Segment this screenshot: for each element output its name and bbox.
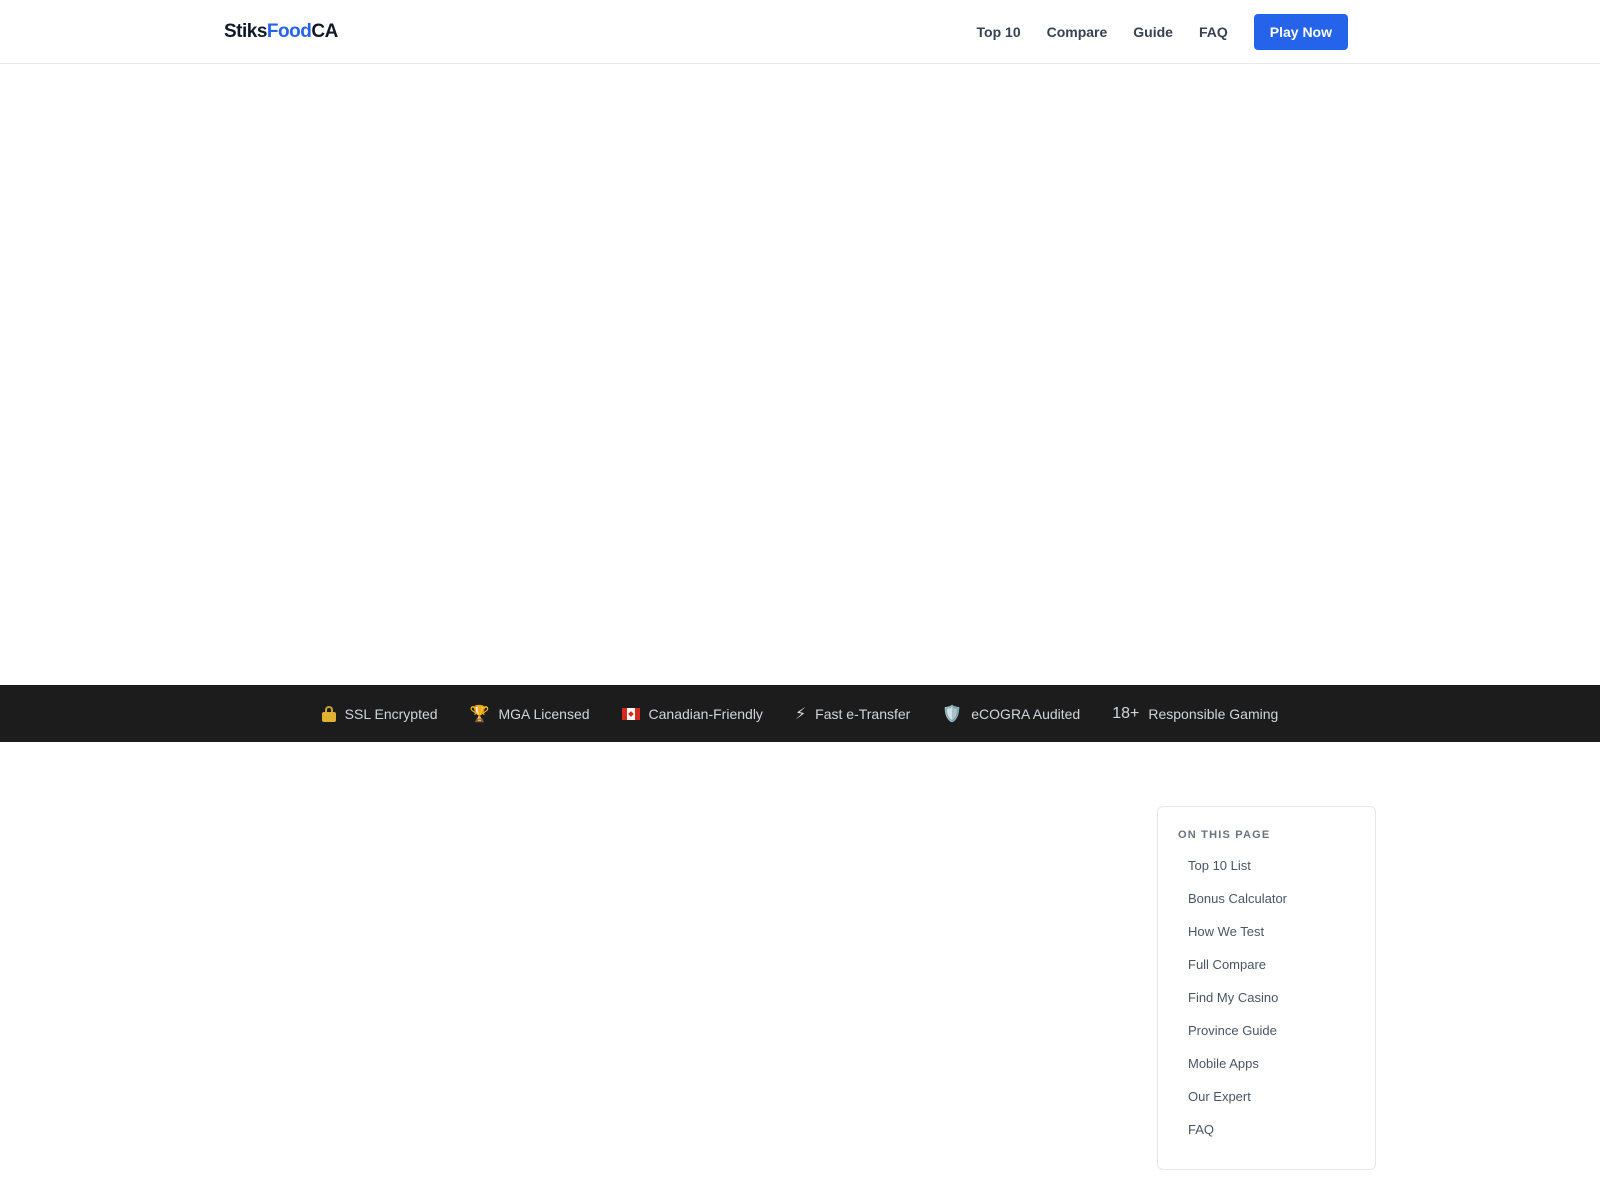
trust-item-ssl: SSL Encrypted bbox=[321, 704, 438, 724]
logo-text-part2: Food bbox=[266, 21, 312, 42]
trust-item-transfer: ⚡ Fast e-Transfer bbox=[795, 704, 910, 724]
site-logo[interactable]: StiksFoodCA bbox=[224, 20, 338, 44]
logo-text-part3: CA bbox=[311, 21, 338, 42]
list-item: Our Expert bbox=[1178, 1090, 1355, 1123]
lock-icon bbox=[321, 704, 336, 724]
list-item: Mobile Apps bbox=[1178, 1057, 1355, 1090]
main-nav: Top 10 Compare Guide FAQ Play Now bbox=[977, 14, 1348, 50]
lightning-icon: ⚡ bbox=[794, 705, 807, 723]
toc-link-full-compare[interactable]: Full Compare bbox=[1178, 958, 1266, 972]
toc-link-how-we-test[interactable]: How We Test bbox=[1178, 925, 1264, 939]
table-of-contents: ON THIS PAGE Top 10 List Bonus Calculato… bbox=[1157, 806, 1376, 1170]
age-18-icon: 18+ bbox=[1112, 704, 1140, 722]
trust-item-ecogra: 🛡️ eCOGRA Audited bbox=[942, 704, 1080, 724]
toc-link-mobile-apps[interactable]: Mobile Apps bbox=[1178, 1057, 1259, 1071]
toc-link-province-guide[interactable]: Province Guide bbox=[1178, 1024, 1277, 1038]
list-item: How We Test bbox=[1178, 925, 1355, 958]
trust-item-label: Responsible Gaming bbox=[1148, 705, 1279, 722]
trust-item-label: Canadian-Friendly bbox=[648, 705, 763, 722]
nav-link-faq[interactable]: FAQ bbox=[1199, 14, 1228, 50]
toc-link-find-my-casino[interactable]: Find My Casino bbox=[1178, 991, 1278, 1005]
toc-link-bonus-calculator[interactable]: Bonus Calculator bbox=[1178, 892, 1287, 906]
toc-link-top10-list[interactable]: Top 10 List bbox=[1178, 859, 1251, 873]
list-item: Bonus Calculator bbox=[1178, 892, 1355, 925]
shield-icon: 🛡️ bbox=[942, 705, 963, 723]
nav-link-compare[interactable]: Compare bbox=[1047, 14, 1108, 50]
trust-item-label: MGA Licensed bbox=[498, 705, 590, 722]
nav-link-guide[interactable]: Guide bbox=[1133, 14, 1173, 50]
toc-link-our-expert[interactable]: Our Expert bbox=[1178, 1090, 1251, 1104]
trophy-icon: 🏆 bbox=[469, 705, 490, 723]
list-item: Top 10 List bbox=[1178, 859, 1355, 892]
list-item: FAQ bbox=[1178, 1123, 1355, 1156]
trust-item-label: eCOGRA Audited bbox=[971, 705, 1081, 722]
logo-text-part1: Stiks bbox=[224, 21, 267, 42]
toc-title: ON THIS PAGE bbox=[1178, 829, 1271, 841]
trust-item-label: SSL Encrypted bbox=[344, 705, 438, 722]
canada-flag-icon bbox=[621, 704, 640, 724]
trust-item-canadian: Canadian-Friendly bbox=[621, 704, 763, 724]
list-item: Find My Casino bbox=[1178, 991, 1355, 1024]
play-now-button[interactable]: Play Now bbox=[1253, 14, 1348, 50]
toc-list: Top 10 List Bonus Calculator How We Test… bbox=[1178, 859, 1355, 1156]
trust-item-responsible: 18+ Responsible Gaming bbox=[1112, 704, 1278, 724]
site-header: StiksFoodCA Top 10 Compare Guide FAQ Pla… bbox=[0, 0, 1600, 64]
trust-item-mga: 🏆 MGA Licensed bbox=[470, 704, 590, 724]
trust-bar: SSL Encrypted 🏆 MGA Licensed Canadian-Fr… bbox=[0, 685, 1600, 742]
trust-item-label: Fast e-Transfer bbox=[815, 705, 911, 722]
list-item: Province Guide bbox=[1178, 1024, 1355, 1057]
list-item: Full Compare bbox=[1178, 958, 1355, 991]
toc-link-faq[interactable]: FAQ bbox=[1178, 1123, 1214, 1137]
nav-link-top10[interactable]: Top 10 bbox=[977, 14, 1021, 50]
